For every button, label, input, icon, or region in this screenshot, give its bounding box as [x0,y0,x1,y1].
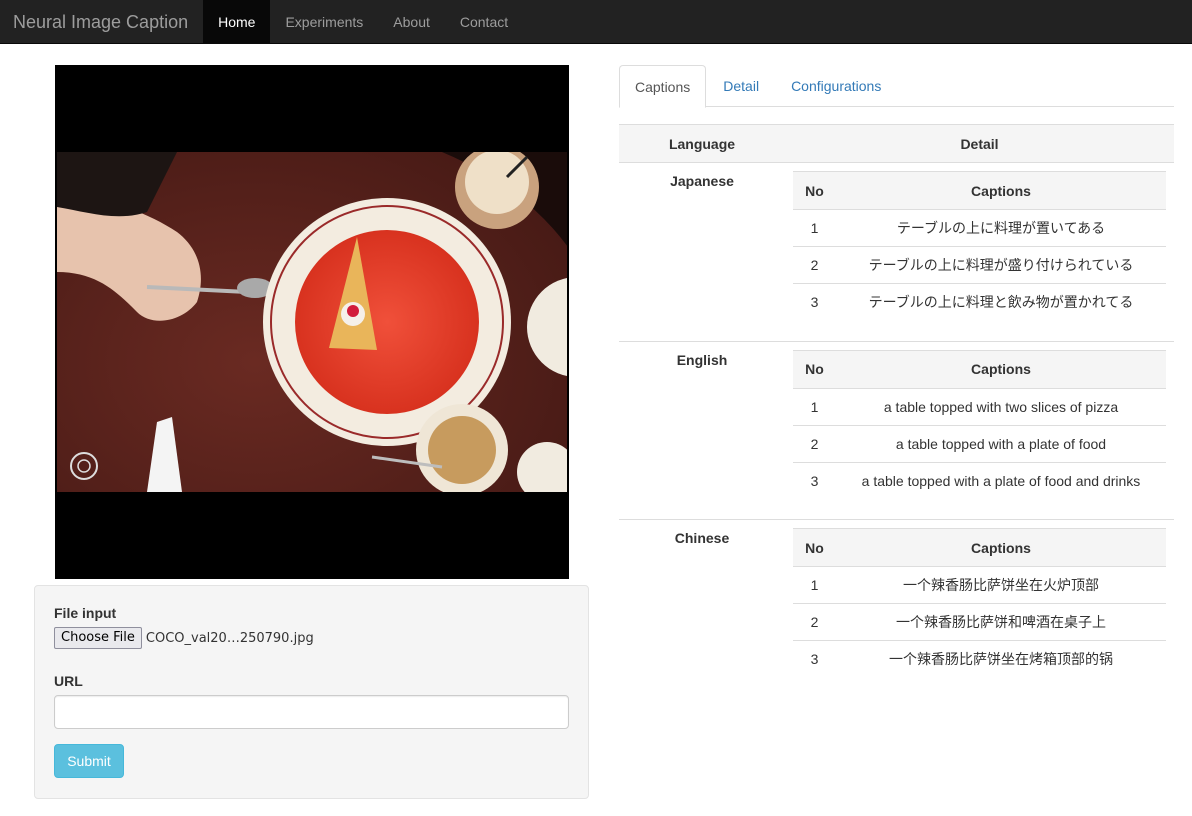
detail-cell: No Captions 1 a table topped with two sl… [785,340,1174,520]
caption-no: 1 [810,577,819,593]
detail-cell: No Captions 1 テーブルの上に料理が置いてある 2 テーブルの上に料… [785,162,1174,341]
caption-text: テーブルの上に料理が盛り付けられている [836,246,1166,284]
nav-menu: Home Experiments About Contact [203,0,523,43]
no-header: No [793,528,836,567]
caption-no: 3 [793,461,836,499]
navbar: Neural Image Caption Home Experiments Ab… [0,0,1192,44]
caption-no: 2 [793,424,836,462]
caption-row: 1 一个辣香肠比萨饼坐在火炉顶部 [793,567,1166,604]
preview-photo [57,152,567,492]
captions-header: Captions [836,528,1166,567]
caption-text: a table topped with two slices of pizza [883,398,1119,415]
caption-no: 1 [810,220,819,236]
caption-text: 一个辣香肠比萨饼坐在烤箱顶部的锅 [836,640,1166,678]
caption-row: 1 テーブルの上に料理が置いてある [793,210,1166,247]
submit-button[interactable]: Submit [54,744,124,778]
caption-subtable: No Captions 1 テーブルの上に料理が置いてある 2 テーブルの上に料… [793,171,1166,321]
tab-configurations[interactable]: Configurations [776,65,896,107]
caption-subtable: No Captions 1 a table topped with two sl… [793,349,1166,499]
nav-home[interactable]: Home [203,0,271,43]
caption-row: 2 a table topped with a plate of food [793,424,1166,462]
nav-contact[interactable]: Contact [445,0,523,43]
table-row: Chinese No Captions 1 一个辣香肠比萨饼坐在火炉顶部 2 一… [619,519,1174,698]
url-input[interactable] [54,695,569,729]
captions-header: Captions [836,171,1166,210]
caption-row: 3 a table topped with a plate of food an… [793,461,1166,499]
tab-captions[interactable]: Captions [619,65,707,108]
upload-form: File input Choose File COCO_val20…250790… [34,585,589,799]
caption-text: テーブルの上に料理が置いてある [896,221,1106,237]
selected-file-name: COCO_val20…250790.jpg [145,630,314,646]
language-header: Language [619,124,785,163]
caption-row: 2 テーブルの上に料理が盛り付けられている [793,246,1166,284]
no-header: No [793,171,836,210]
result-tabs: Captions Detail Configurations [619,65,1174,108]
no-header: No [793,349,836,389]
caption-no: 2 [793,603,836,641]
tab-detail[interactable]: Detail [708,65,774,107]
file-input[interactable]: Choose File COCO_val20…250790.jpg [54,627,569,649]
caption-row: 3 テーブルの上に料理と飲み物が置かれてる [793,283,1166,321]
language-cell: Chinese [619,519,785,698]
caption-row: 3 一个辣香肠比萨饼坐在烤箱顶部的锅 [793,640,1166,678]
brand-link[interactable]: Neural Image Caption [0,0,203,43]
caption-row: 1 a table topped with two slices of pizz… [793,388,1166,425]
file-input-label: File input [54,605,117,621]
caption-text: a table topped with a plate of food [836,424,1166,462]
caption-text: a table topped with a plate of food and … [836,461,1166,499]
caption-text: 一个辣香肠比萨饼和啤酒在桌子上 [836,603,1166,641]
nav-about[interactable]: About [378,0,445,43]
language-cell: English [619,340,785,520]
image-preview [55,65,569,579]
choose-file-button[interactable]: Choose File [54,627,142,649]
captions-table: Language Detail Japanese No Captions 1 テ… [619,124,1174,698]
table-row: Japanese No Captions 1 テーブルの上に料理が置いてある 2 [619,162,1174,341]
caption-text: テーブルの上に料理と飲み物が置かれてる [836,283,1166,321]
detail-cell: No Captions 1 一个辣香肠比萨饼坐在火炉顶部 2 一个辣香肠比萨饼和… [785,519,1174,698]
language-cell: Japanese [619,162,785,341]
detail-header: Detail [785,124,1174,163]
caption-text: 一个辣香肠比萨饼坐在火炉顶部 [903,578,1099,594]
url-label: URL [54,673,83,689]
captions-header: Captions [836,349,1166,389]
caption-no: 3 [793,640,836,678]
nav-experiments[interactable]: Experiments [270,0,378,43]
caption-row: 2 一个辣香肠比萨饼和啤酒在桌子上 [793,603,1166,641]
table-row: English No Captions 1 a table topped wit… [619,340,1174,520]
caption-no: 2 [793,246,836,284]
caption-no: 3 [793,283,836,321]
caption-no: 1 [810,398,819,415]
caption-subtable: No Captions 1 一个辣香肠比萨饼坐在火炉顶部 2 一个辣香肠比萨饼和… [793,528,1166,678]
